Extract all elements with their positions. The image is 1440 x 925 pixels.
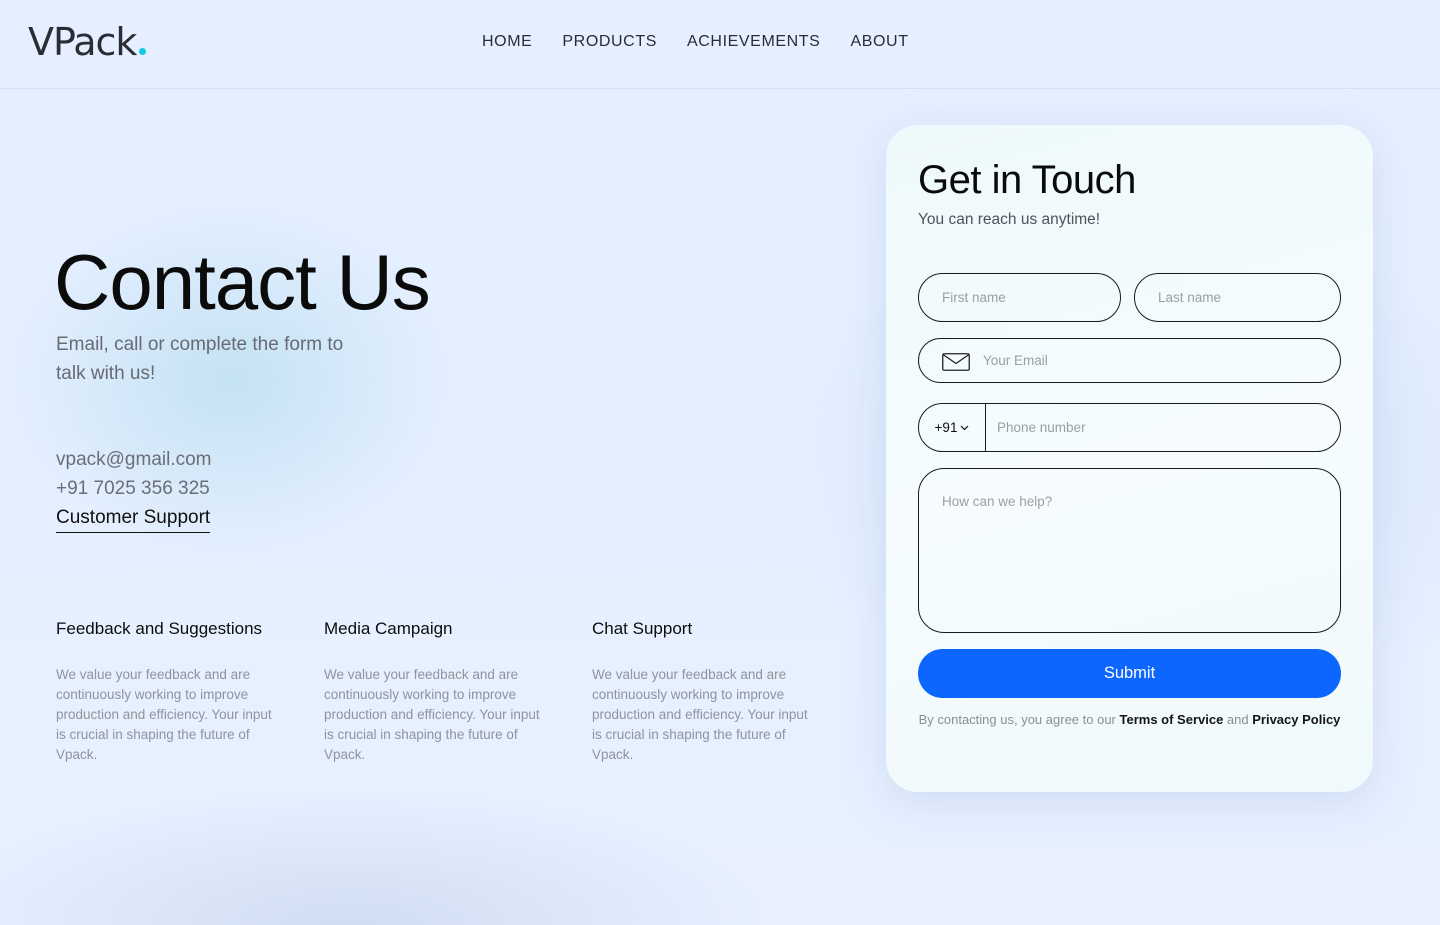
info-feedback-text: We value your feedback and are continuou… [56, 667, 272, 762]
info-feedback-title: Feedback and Suggestions [56, 619, 263, 638]
nav-home[interactable]: HOME [482, 31, 532, 53]
last-name-field[interactable] [1134, 273, 1341, 322]
page-title: Contact Us [54, 238, 431, 326]
info-chat-title: Chat Support [592, 619, 693, 638]
country-code-value: +91 [934, 420, 958, 435]
info-feedback: Feedback and Suggestions We value your f… [56, 617, 284, 765]
info-media-title: Media Campaign [324, 619, 453, 638]
phone-field-wrapper: +91 [918, 403, 1341, 452]
logo-dot [139, 48, 147, 55]
email-field[interactable] [983, 339, 1333, 382]
first-name-field[interactable] [918, 273, 1121, 322]
mail-icon [942, 353, 970, 371]
terms-of-service-link[interactable]: Terms of Service [1120, 712, 1224, 727]
nav-about[interactable]: ABOUT [850, 31, 908, 53]
info-media-text: We value your feedback and are continuou… [324, 667, 540, 762]
country-code-select[interactable]: +91 [919, 404, 986, 451]
info-chat: Chat Support We value your feedback and … [592, 617, 820, 765]
message-field[interactable] [918, 468, 1341, 633]
customer-support-link[interactable]: Customer Support [56, 503, 211, 533]
form-title: Get in Touch [918, 158, 1136, 202]
logo-text: VPack [28, 20, 137, 64]
info-media: Media Campaign We value your feedback an… [324, 617, 552, 765]
terms-and: and [1223, 712, 1253, 727]
form-subtitle: You can reach us anytime! [918, 211, 1101, 228]
main-nav: HOME PRODUCTS ACHIEVEMENTS ABOUT [482, 31, 909, 53]
contact-email: vpack@gmail.com [56, 449, 212, 470]
site-header: VPack HOME PRODUCTS ACHIEVEMENTS ABOUT [0, 0, 1440, 89]
email-field-wrapper [918, 338, 1341, 383]
phone-field[interactable] [997, 404, 1327, 451]
contact-form-card: Get in Touch You can reach us anytime! +… [886, 125, 1373, 792]
terms-prefix: By contacting us, you agree to our [918, 712, 1120, 727]
privacy-policy-link[interactable]: Privacy Policy [1252, 712, 1340, 727]
info-chat-text: We value your feedback and are continuou… [592, 667, 808, 762]
submit-button[interactable]: Submit [918, 649, 1341, 698]
nav-achievements[interactable]: ACHIEVEMENTS [687, 31, 820, 53]
page-subtitle: Email, call or complete the form to talk… [56, 334, 344, 384]
chevron-down-icon [961, 425, 969, 430]
nav-products[interactable]: PRODUCTS [562, 31, 657, 53]
contact-phone: +91 7025 356 325 [56, 478, 210, 499]
logo[interactable]: VPack [28, 20, 147, 64]
terms-notice: By contacting us, you agree to our Terms… [918, 709, 1341, 730]
